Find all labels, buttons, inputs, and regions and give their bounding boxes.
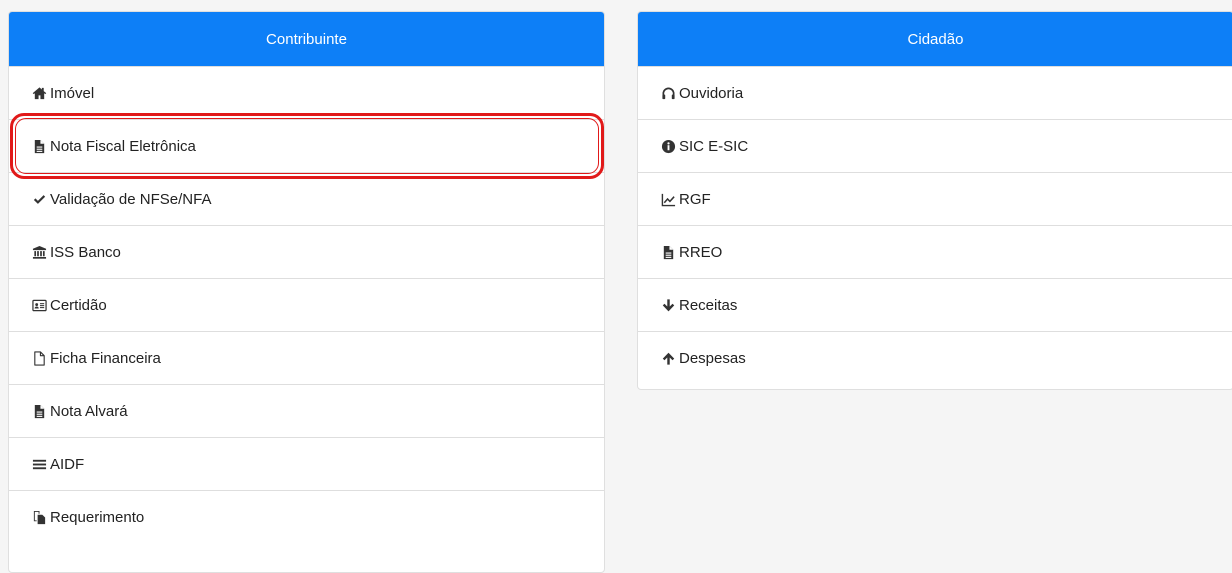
menu-item-label: Imóvel: [50, 84, 95, 102]
menu-item-nota-fiscal-eletronica[interactable]: Nota Fiscal Eletrônica: [9, 119, 604, 172]
menu-item-label: RGF: [679, 190, 711, 208]
line-chart-icon: [660, 191, 676, 207]
menu-item-label: Nota Alvará: [50, 402, 128, 420]
check-icon: [31, 191, 47, 207]
menu-item-despesas[interactable]: Despesas: [638, 331, 1232, 384]
menu-item-nota-alvara[interactable]: Nota Alvará: [9, 384, 604, 437]
bars-icon: [31, 456, 47, 472]
menu-item-validacao-nfse[interactable]: Validação de NFSe/NFA: [9, 172, 604, 225]
arrow-down-icon: [660, 297, 676, 313]
menu-item-label: ISS Banco: [50, 243, 121, 261]
cidadao-header: Cidadão: [638, 12, 1232, 66]
menu-item-ouvidoria[interactable]: Ouvidoria: [638, 66, 1232, 119]
menu-item-label: Nota Fiscal Eletrônica: [50, 137, 196, 155]
menu-item-label: Validação de NFSe/NFA: [50, 190, 212, 208]
menu-item-ficha-financeira[interactable]: Ficha Financeira: [9, 331, 604, 384]
contribuinte-header: Contribuinte: [9, 12, 604, 66]
menu-item-label: Despesas: [679, 349, 746, 367]
menu-item-rgf[interactable]: RGF: [638, 172, 1232, 225]
menu-item-label: Ficha Financeira: [50, 349, 161, 367]
info-circle-icon: [660, 138, 676, 154]
headphones-icon: [660, 85, 676, 101]
menu-item-imovel[interactable]: Imóvel: [9, 66, 604, 119]
file-text-icon: [31, 138, 47, 154]
menu-item-receitas[interactable]: Receitas: [638, 278, 1232, 331]
file-outline-icon: [31, 350, 47, 366]
menu-item-label: AIDF: [50, 455, 85, 473]
menu-item-aidf[interactable]: AIDF: [9, 437, 604, 490]
home-icon: [31, 85, 47, 101]
menu-item-requerimento[interactable]: Requerimento: [9, 490, 604, 543]
menu-item-label: Requerimento: [50, 508, 145, 526]
menu-item-label: Ouvidoria: [679, 84, 744, 102]
menu-item-certidao[interactable]: Certidão: [9, 278, 604, 331]
menu-item-rreo[interactable]: RREO: [638, 225, 1232, 278]
menu-item-label: SIC E-SIC: [679, 137, 749, 155]
menu-item-iss-banco[interactable]: ISS Banco: [9, 225, 604, 278]
file-text-icon: [660, 244, 676, 260]
menu-item-sic-e-sic[interactable]: SIC E-SIC: [638, 119, 1232, 172]
file-text-icon: [31, 403, 47, 419]
cidadao-panel: Cidadão Ouvidoria SIC E-SIC RGF RREO Rec…: [637, 11, 1232, 390]
arrow-up-icon: [660, 350, 676, 366]
bank-icon: [31, 244, 47, 260]
menu-item-label: RREO: [679, 243, 723, 261]
id-card-icon: [31, 297, 47, 313]
contribuinte-panel: Contribuinte Imóvel Nota Fiscal Eletrôni…: [8, 11, 605, 573]
copy-icon: [31, 509, 47, 525]
menu-item-label: Receitas: [679, 296, 738, 314]
menu-item-label: Certidão: [50, 296, 107, 314]
